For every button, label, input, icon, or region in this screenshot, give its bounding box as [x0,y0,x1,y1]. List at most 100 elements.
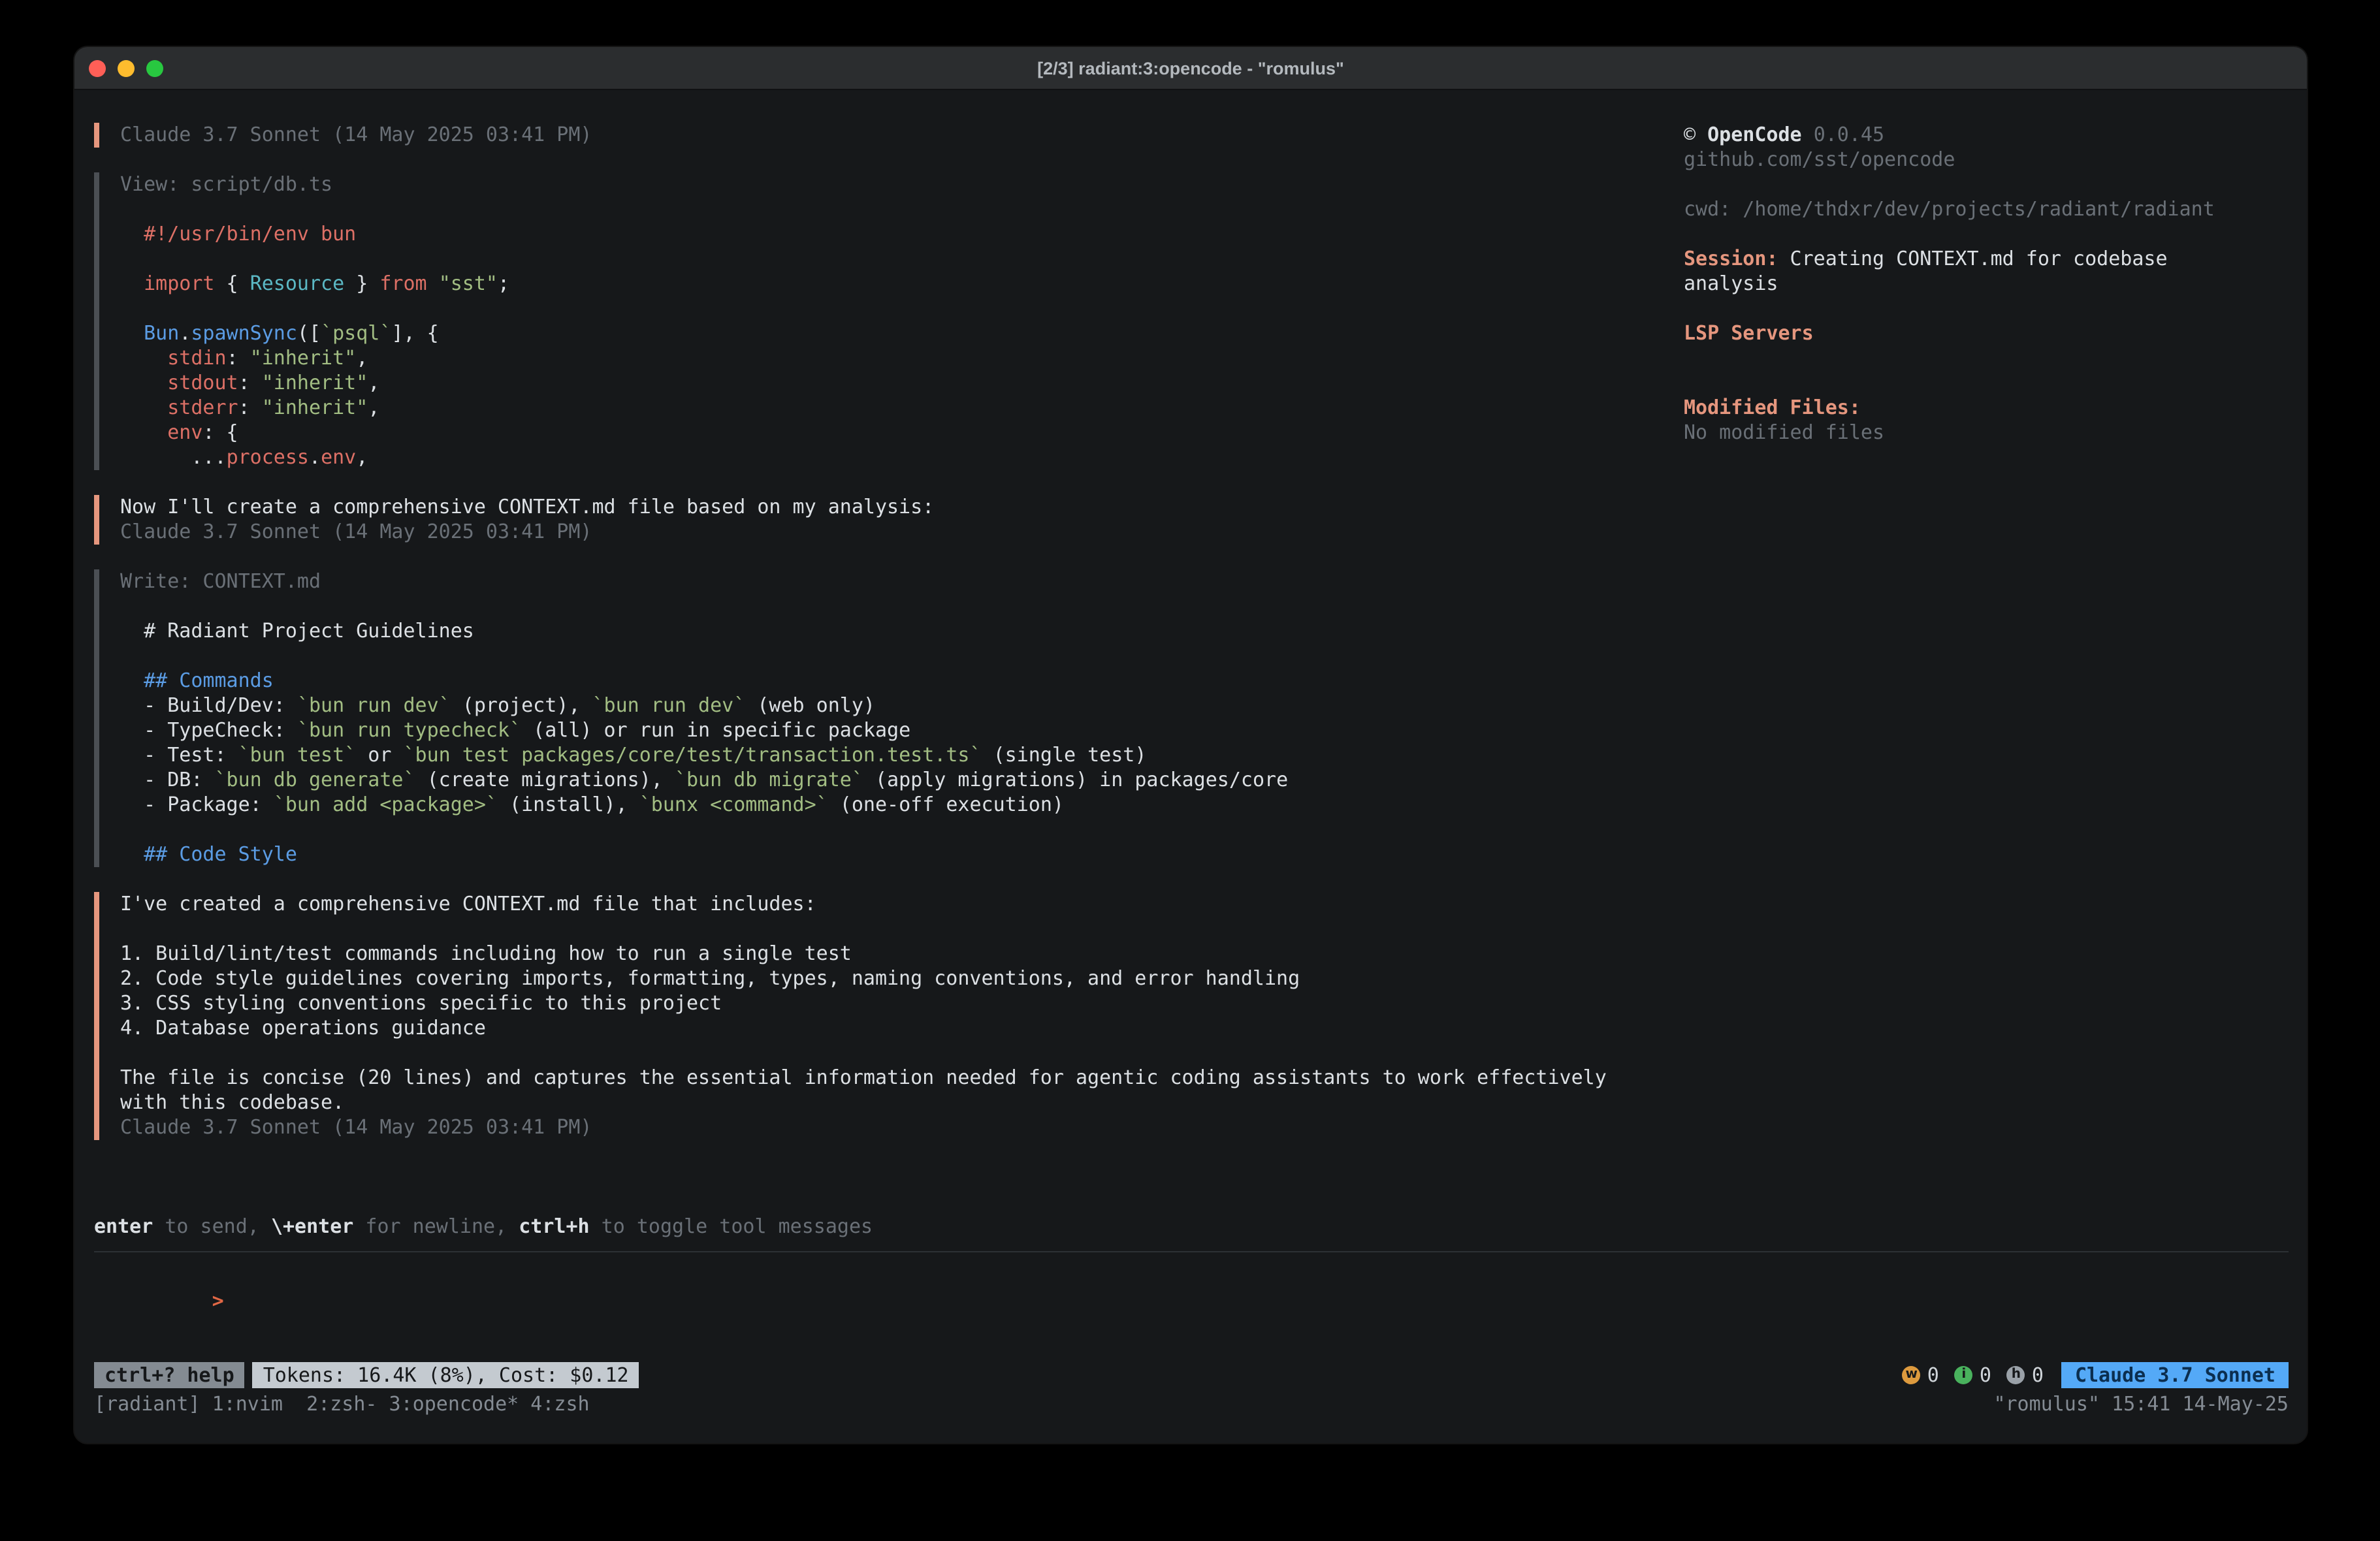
text-segment: `bun add <package>` [274,793,498,816]
text-segment: `bun test packages/core/test/transaction… [404,743,982,767]
close-button[interactable] [89,60,106,77]
text-line: 1. Build/lint/test commands including ho… [120,942,2289,966]
text-segment: github.com/sst/opencode [1684,148,1955,171]
text-segment: stdout [167,371,238,394]
text-line: # Radiant Project Guidelines [120,619,2289,644]
text-segment: 1. Build/lint/test commands including ho… [120,942,852,965]
text-line: enter to send, \+enter for newline, ctrl… [94,1215,2289,1239]
prompt-symbol: > [212,1289,224,1312]
text-line: ...process.env, [120,445,2289,470]
text-line: 3. CSS styling conventions specific to t… [120,991,2289,1016]
text-segment: - Build/Dev: [120,693,297,717]
text-segment: "sst" [439,272,498,295]
text-line: cwd: /home/thdxr/dev/projects/radiant/ra… [1684,197,2278,222]
zoom-button[interactable] [146,60,163,77]
text-segment: Now I'll create a comprehensive CONTEXT.… [120,495,934,518]
tokens-cost-chip: Tokens: 16.4K (8%), Cost: $0.12 [253,1362,639,1388]
text-segment [120,346,167,370]
text-segment: ; [498,272,509,295]
text-segment: `bun db generate` [215,768,415,791]
text-segment: import [144,272,214,295]
text-segment: (install), [498,793,639,816]
text-line: 2. Code style guidelines covering import… [120,966,2289,991]
text-line: - Build/Dev: `bun run dev` (project), `b… [120,693,2289,718]
text-segment: , [368,396,379,419]
text-segment: `psql` [321,321,391,345]
text-segment: ctrl+h [519,1215,589,1238]
text-segment: analysis [1684,272,1778,295]
text-segment: from [379,272,426,295]
sidebar: © OpenCode 0.0.45github.com/sst/opencode… [1684,123,2278,445]
text-segment: - TypeCheck: [120,718,297,742]
text-segment [120,396,167,419]
text-segment: #!/usr/bin/env bun [120,222,356,246]
text-segment: Resource [250,272,345,295]
text-segment: (one-off execution) [828,793,1064,816]
keybind-help: enter to send, \+enter for newline, ctrl… [94,1215,2289,1239]
text-segment: - Package: [120,793,274,816]
text-line [1684,346,2278,371]
desktop-background: [2/3] radiant:3:opencode - "romulus" Cla… [0,0,2380,1541]
text-segment: . [179,321,191,345]
text-line: with this codebase. [120,1090,2289,1115]
text-segment: cwd: /home/thdxr/dev/projects/radiant/ra… [1684,197,2215,221]
text-segment: © [1684,123,1707,146]
hints-indicator: h0 [2007,1363,2044,1387]
minimize-button[interactable] [118,60,135,77]
text-segment: { [215,272,250,295]
text-segment: \+enter [271,1215,353,1238]
text-line: Claude 3.7 Sonnet (14 May 2025 03:41 PM) [120,520,2289,545]
text-segment: `bun run dev` [297,693,451,717]
text-line: 4. Database operations guidance [120,1016,2289,1041]
text-segment: with this codebase. [120,1090,344,1114]
input-separator [94,1251,2289,1252]
text-line: Session: Creating CONTEXT.md for codebas… [1684,247,2278,272]
text-segment: "inherit" [262,371,368,394]
text-segment: `bun test` [238,743,357,767]
diagnostics-indicators: w0i0h0 [1903,1363,2044,1387]
text-line [120,818,2289,842]
sidebar-info: © OpenCode 0.0.45github.com/sst/opencode… [1684,123,2278,445]
help-chip: ctrl+? help [94,1362,245,1388]
text-segment: env [321,445,356,469]
text-segment: : { [202,421,238,444]
spacer [94,1165,2289,1215]
text-line: Now I'll create a comprehensive CONTEXT.… [120,495,2289,520]
text-segment: 0.0.45 [1814,123,1884,146]
text-segment: "inherit" [262,396,368,419]
text-segment: } [344,272,379,295]
text-segment: (apply migrations) in packages/core [863,768,1288,791]
assistant-summary-block: I've created a comprehensive CONTEXT.md … [94,892,2289,1140]
text-segment: : [227,346,250,370]
tmux-session-info: "romulus" 15:41 14-May-25 [1993,1392,2289,1417]
text-line: LSP Servers [1684,321,2278,346]
text-segment: process [227,445,309,469]
text-segment [120,371,167,394]
text-line [120,644,2289,669]
text-segment: Creating CONTEXT.md for codebase [1778,247,2168,270]
tmux-window-list[interactable]: [radiant] 1:nvim 2:zsh- 3:opencode* 4:zs… [94,1392,590,1417]
stage: [2/3] radiant:3:opencode - "romulus" Cla… [0,0,2380,1541]
text-line [120,1041,2289,1066]
text-segment: OpenCode [1707,123,1802,146]
text-segment: Modified Files: [1684,396,1861,419]
text-line: © OpenCode 0.0.45 [1684,123,2278,148]
info-indicator: i0 [1955,1363,1991,1387]
prompt-input[interactable]: > [94,1264,2289,1289]
text-segment: enter [94,1215,153,1238]
status-bar: ctrl+? help Tokens: 16.4K (8%), Cost: $0… [94,1362,2289,1388]
text-segment: `bun run typecheck` [297,718,521,742]
text-segment [120,421,167,444]
text-line [120,917,2289,942]
text-segment: Claude 3.7 Sonnet (14 May 2025 03:41 PM) [120,1115,592,1139]
window-titlebar[interactable]: [2/3] radiant:3:opencode - "romulus" [74,47,2307,90]
text-line [1684,222,2278,247]
text-segment: `bunx <command>` [639,793,828,816]
text-segment: spawnSync [191,321,297,345]
text-line: No modified files [1684,421,2278,445]
text-segment: Bun [144,321,179,345]
text-line: I've created a comprehensive CONTEXT.md … [120,892,2289,917]
text-segment: Claude 3.7 Sonnet (14 May 2025 03:41 PM) [120,123,592,146]
text-line [1684,371,2278,396]
text-line: ## Commands [120,669,2289,693]
